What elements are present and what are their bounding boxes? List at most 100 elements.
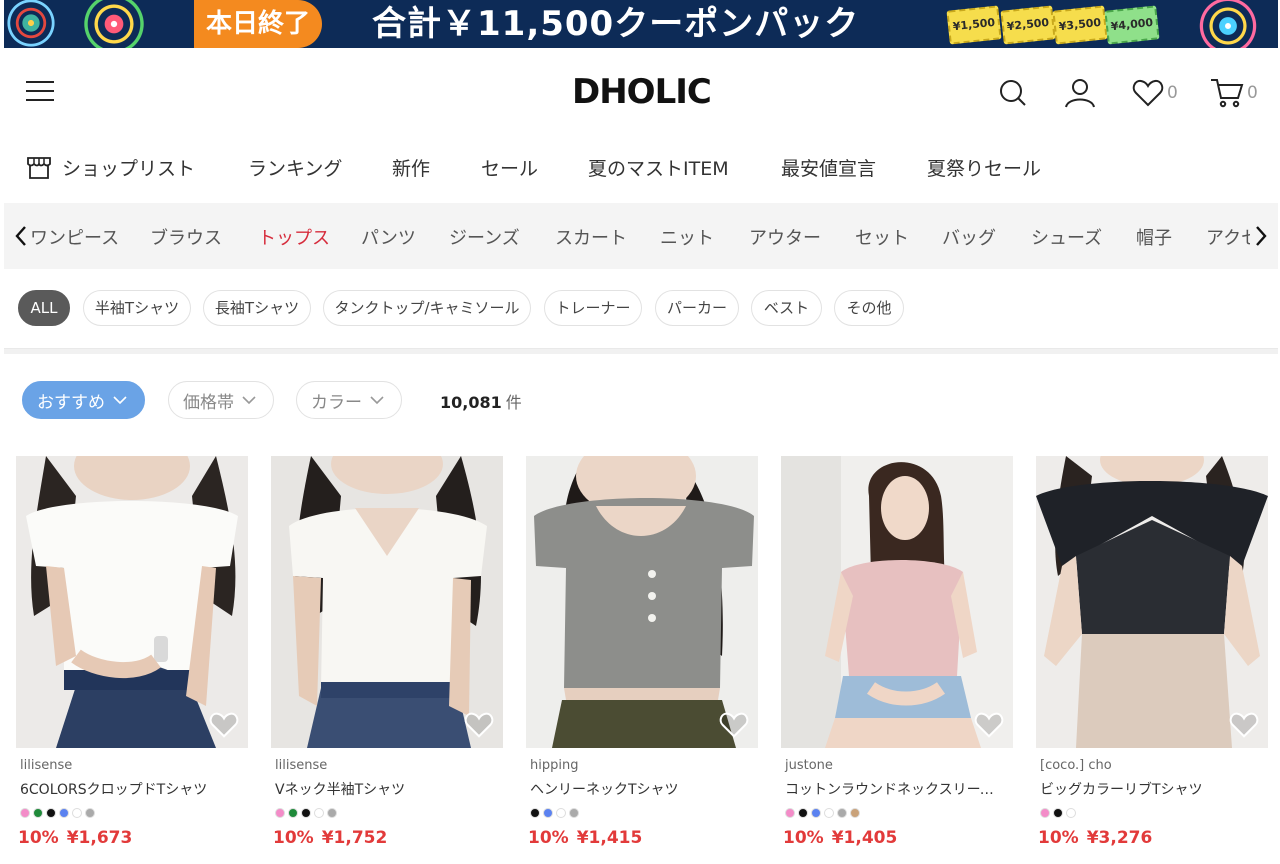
subcategory-chips: ALL 半袖Tシャツ 長袖Tシャツ タンクトップ/キャミソール トレーナー パー… (0, 290, 1280, 330)
product-brand[interactable]: justone (781, 758, 1013, 773)
sort-dropdown[interactable]: おすすめ (22, 381, 145, 419)
shop-icon (27, 156, 51, 179)
banner-tag: 本日終了 (194, 0, 322, 48)
wishlist-count: 0 (1167, 83, 1178, 103)
search-icon (1000, 80, 1026, 106)
chevron-right-icon (1256, 226, 1267, 246)
scroll-left-button[interactable] (10, 221, 32, 251)
color-filter-label: カラー (311, 392, 362, 413)
nav-summer-must[interactable]: 夏のマストITEM (588, 154, 729, 181)
category-set[interactable]: セット (855, 224, 909, 250)
firework-decoration (74, 0, 154, 48)
color-swatch (46, 808, 56, 818)
category-tops[interactable]: トップス (258, 224, 330, 250)
color-filter-dropdown[interactable]: カラー (296, 381, 402, 419)
color-swatch (85, 808, 95, 818)
category-onepiece[interactable]: ワンピース (30, 224, 119, 250)
wishlist-heart-icon[interactable] (209, 711, 239, 739)
chevron-down-icon (113, 395, 127, 404)
category-bag[interactable]: バッグ (942, 224, 996, 250)
product-name[interactable]: ビッグカラーリブTシャツ (1036, 779, 1262, 799)
product-card[interactable]: lilisense Vネック半袖Tシャツ 10% ¥1,752 (271, 456, 503, 848)
product-brand[interactable]: hipping (526, 758, 758, 773)
account-button[interactable] (1064, 76, 1096, 110)
color-swatch (1066, 808, 1076, 818)
category-hat[interactable]: 帽子 (1136, 224, 1172, 250)
nav-ranking[interactable]: ランキング (248, 154, 342, 181)
color-swatch (288, 808, 298, 818)
discount-rate: 10% (528, 828, 569, 848)
scroll-right-button[interactable] (1250, 221, 1272, 251)
color-swatch (327, 808, 337, 818)
product-name[interactable]: コットンラウンドネックスリーブレスTシャツ (781, 779, 1007, 799)
wishlist-heart-icon[interactable] (974, 711, 1004, 739)
product-image[interactable] (16, 456, 248, 748)
site-header: DHOLIC 0 0 (0, 48, 1280, 136)
user-icon (1065, 79, 1095, 108)
cart-icon (1211, 79, 1244, 108)
product-card[interactable]: lilisense 6COLORSクロップドTシャツ 10% ¥1,673 (16, 456, 248, 848)
product-brand[interactable]: lilisense (271, 758, 503, 773)
nav-sale[interactable]: セール (481, 154, 538, 181)
wishlist-heart-icon[interactable] (464, 711, 494, 739)
product-card[interactable]: [coco.] cho ビッグカラーリブTシャツ 10% ¥3,276 (1036, 456, 1268, 848)
chip-vest[interactable]: ベスト (751, 290, 822, 326)
wishlist-button[interactable]: 0 (1132, 76, 1178, 110)
color-swatch (1053, 808, 1063, 818)
category-skirt[interactable]: スカート (555, 224, 627, 250)
filter-bar: おすすめ 価格帯 カラー 10,081 件 (0, 380, 1280, 420)
product-card[interactable]: justone コットンラウンドネックスリーブレスTシャツ 10% ¥1,405 (781, 456, 1013, 848)
wishlist-heart-icon[interactable] (1229, 711, 1259, 739)
nav-summer-festival-sale[interactable]: 夏祭りセール (927, 154, 1041, 181)
chip-hoodie[interactable]: パーカー (655, 290, 739, 326)
nav-lowest-price[interactable]: 最安値宣言 (781, 154, 876, 181)
nav-shoplist[interactable]: ショップリスト (26, 154, 195, 181)
nav-new[interactable]: 新作 (392, 154, 430, 181)
category-outer[interactable]: アウター (749, 224, 821, 250)
product-image[interactable] (526, 456, 758, 748)
color-swatch (33, 808, 43, 818)
color-swatch (811, 808, 821, 818)
category-blouse[interactable]: ブラウス (150, 224, 222, 250)
wishlist-heart-icon[interactable] (719, 711, 749, 739)
color-swatch (301, 808, 311, 818)
banner-headline: 合計￥11,500クーポンパック (372, 4, 860, 44)
cart-button[interactable]: 0 (1210, 76, 1258, 110)
sale-price: ¥3,276 (1086, 828, 1153, 848)
chip-sweatshirt[interactable]: トレーナー (544, 290, 642, 326)
product-brand[interactable]: [coco.] cho (1036, 758, 1268, 773)
product-name[interactable]: 6COLORSクロップドTシャツ (16, 779, 242, 799)
color-swatch (785, 808, 795, 818)
coupon-ticket: ¥1,500 (946, 5, 1002, 45)
coupon-ticket: ¥4,000 (1104, 5, 1160, 45)
product-brand[interactable]: lilisense (16, 758, 248, 773)
product-image[interactable] (781, 456, 1013, 748)
product-image[interactable] (1036, 456, 1268, 748)
chip-other[interactable]: その他 (834, 290, 904, 326)
chevron-down-icon (370, 395, 384, 404)
chip-long-sleeve[interactable]: 長袖Tシャツ (203, 290, 311, 326)
product-card[interactable]: hipping ヘンリーネックTシャツ 10% ¥1,415 (526, 456, 758, 848)
category-jeans[interactable]: ジーンズ (449, 224, 520, 250)
sale-price: ¥1,752 (321, 828, 388, 848)
category-knit[interactable]: ニット (660, 224, 714, 250)
color-swatch (824, 808, 834, 818)
color-swatches (781, 808, 1013, 820)
search-button[interactable] (998, 76, 1028, 110)
chip-all[interactable]: ALL (18, 290, 70, 326)
heart-icon (1132, 79, 1164, 107)
chip-tank-camisole[interactable]: タンクトップ/キャミソール (323, 290, 531, 326)
product-name[interactable]: ヘンリーネックTシャツ (526, 779, 752, 799)
category-pants[interactable]: パンツ (361, 224, 416, 250)
main-nav: ショップリスト ランキング 新作 セール 夏のマストITEM 最安値宣言 夏祭り… (0, 136, 1280, 198)
promo-banner[interactable]: 本日終了 合計￥11,500クーポンパック ¥1,500 ¥2,500 ¥3,5… (4, 0, 1278, 48)
price-filter-dropdown[interactable]: 価格帯 (168, 381, 274, 419)
chip-short-sleeve[interactable]: 半袖Tシャツ (83, 290, 191, 326)
menu-icon[interactable] (26, 81, 54, 103)
discount-rate: 10% (273, 828, 314, 848)
site-logo[interactable]: DHOLIC (572, 72, 712, 112)
color-swatches (526, 808, 758, 820)
product-name[interactable]: Vネック半袖Tシャツ (271, 779, 497, 799)
category-shoes[interactable]: シューズ (1031, 224, 1102, 250)
product-image[interactable] (271, 456, 503, 748)
